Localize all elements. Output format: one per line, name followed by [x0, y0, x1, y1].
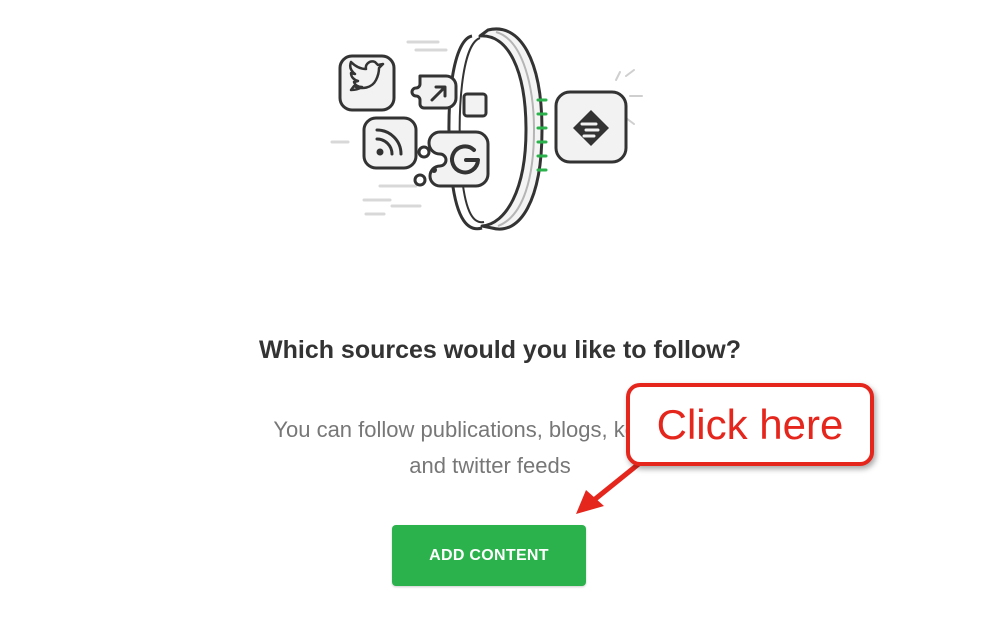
subtitle-line-2: and twitter feeds	[409, 453, 571, 478]
twitter-icon	[338, 54, 396, 112]
google-icon	[413, 130, 490, 188]
rss-icon	[362, 116, 418, 170]
hero-illustration	[320, 20, 660, 245]
add-content-button[interactable]: ADD CONTENT	[392, 525, 586, 586]
page-title: Which sources would you like to follow?	[259, 336, 741, 364]
annotation-callout: Click here	[626, 383, 874, 466]
share-icon	[410, 74, 458, 110]
callout-text: Click here	[656, 400, 844, 448]
feedly-icon	[554, 90, 628, 164]
